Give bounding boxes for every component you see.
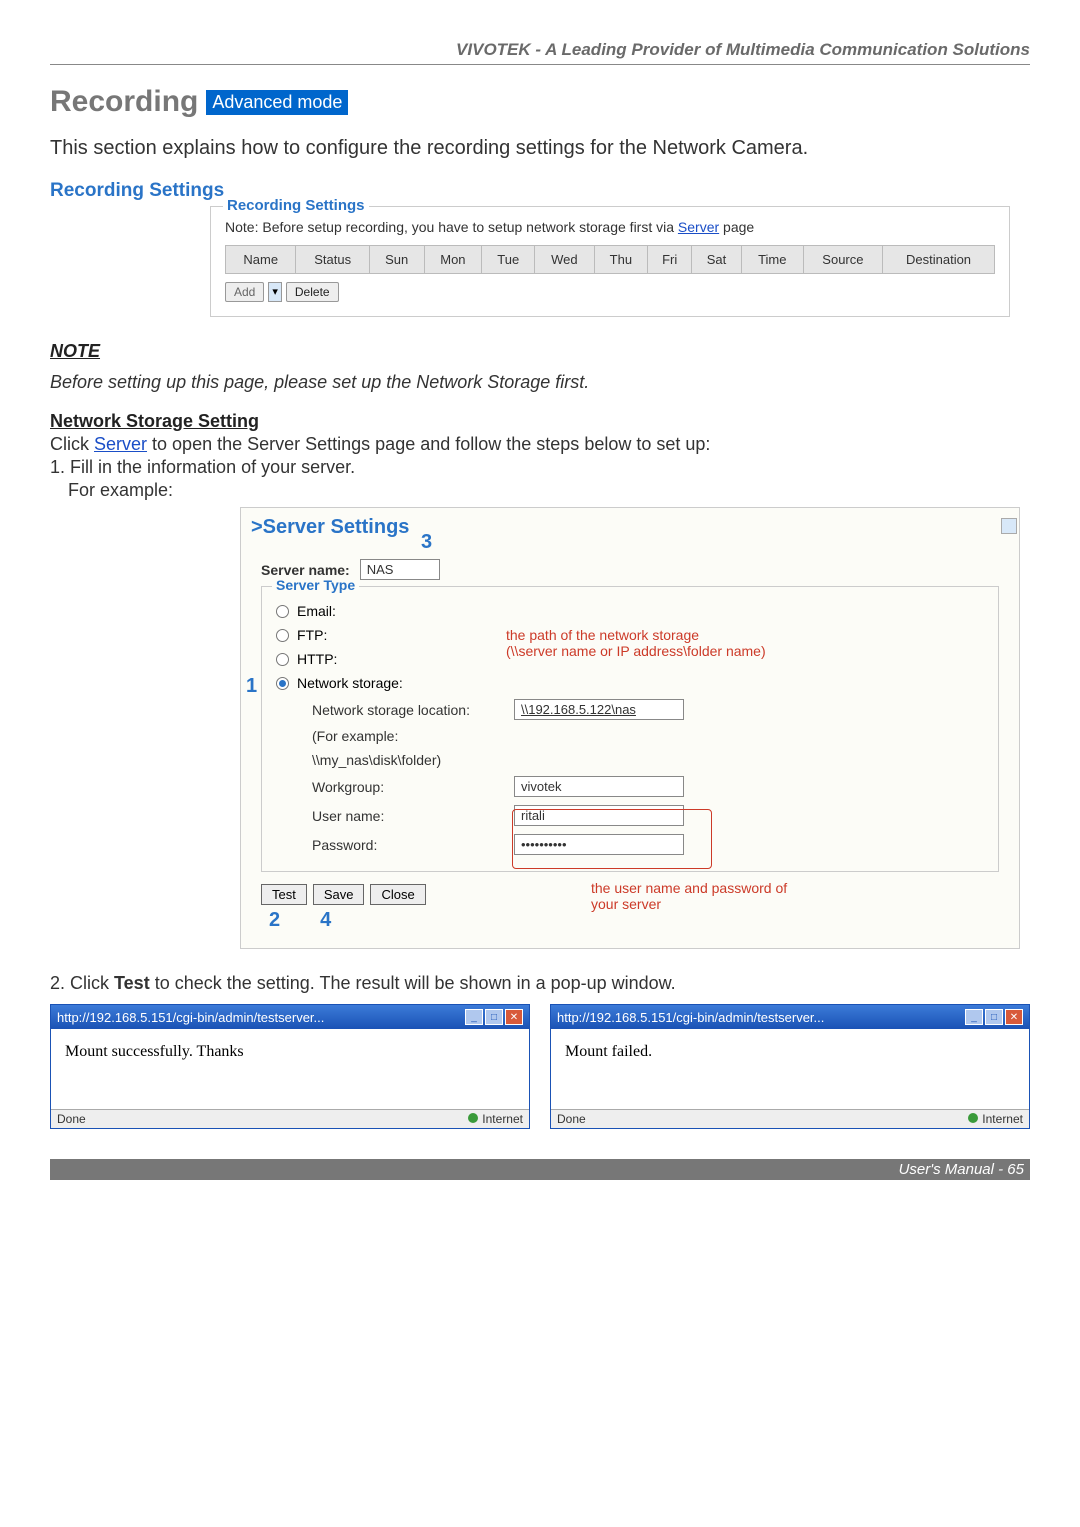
col-destination: Destination [883,246,995,274]
recording-settings-heading: Recording Settings [50,180,1030,202]
callout-2: 2 [269,909,280,932]
header-brand: VIVOTEK - A Leading Provider of Multimed… [456,40,1030,59]
password-label: Password: [312,837,502,853]
callout-3: 3 [421,531,432,554]
callout-1: 1 [246,675,257,698]
popup-success: http://192.168.5.151/cgi-bin/admin/tests… [50,1004,530,1129]
minimize-icon-2[interactable]: _ [965,1009,983,1025]
ns-location-label: Network storage location: [312,702,502,718]
workgroup-label: Workgroup: [312,779,502,795]
popup-title-1: http://192.168.5.151/cgi-bin/admin/tests… [57,1010,324,1025]
email-label: Email: [297,603,336,619]
panel-note: Note: Before setup recording, you have t… [225,219,995,235]
internet-icon-2 [968,1113,978,1123]
server-type-legend: Server Type [272,577,359,593]
server-name-input[interactable]: NAS [360,559,440,580]
col-status: Status [296,246,369,274]
page-footer: User's Manual - 65 [50,1159,1030,1180]
step2-bold: Test [114,973,150,993]
section-title: Recording Advanced mode [50,85,1030,119]
done-label-2: Done [557,1112,586,1126]
close-icon[interactable]: ✕ [505,1009,523,1025]
radio-ftp[interactable] [276,629,289,642]
step2-suffix: to check the setting. The result will be… [155,973,676,993]
col-sun: Sun [369,246,424,274]
callout-path-1: the path of the network storage [506,627,766,643]
server-settings-figure: >Server Settings 3 Server name: NAS Serv… [240,507,1020,949]
save-button[interactable]: Save [313,884,365,905]
test-button[interactable]: Test [261,884,307,905]
step2-prefix: 2. Click [50,973,114,993]
col-thu: Thu [594,246,648,274]
callout-user-1: the user name and password of [591,880,787,896]
server-link-2[interactable]: Server [94,434,147,454]
ns-example-2: \\my_nas\disk\folder) [312,752,984,768]
radio-email[interactable] [276,605,289,618]
popup-body-fail: Mount failed. [551,1029,1029,1109]
close-button[interactable]: Close [370,884,425,905]
ns-label: Network storage: [297,675,403,691]
note-body: Before setting up this page, please set … [50,372,1030,393]
username-input[interactable]: ritali [514,805,684,826]
nss-line1-pre: Click [50,434,94,454]
panel-legend: Recording Settings [223,197,369,214]
callout-user-2: your server [591,896,787,912]
internet-icon [468,1113,478,1123]
server-link[interactable]: Server [678,219,719,235]
done-label-1: Done [57,1112,86,1126]
delete-button[interactable]: Delete [286,282,339,302]
internet-label-1: Internet [482,1112,523,1126]
scroll-up-icon[interactable] [1001,518,1017,534]
ns-location-input[interactable]: \\192.168.5.122\nas [514,699,684,720]
nss-example-label: For example: [68,480,1030,501]
close-icon-2[interactable]: ✕ [1005,1009,1023,1025]
step-2: 2. Click Test to check the setting. The … [50,973,1030,994]
col-mon: Mon [424,246,482,274]
server-settings-heading: >Server Settings [241,508,1019,547]
callout-path-2: (\\server name or IP address\folder name… [506,643,766,659]
nss-line1-post: to open the Server Settings page and fol… [152,434,710,454]
advanced-mode-badge: Advanced mode [206,90,348,115]
col-sat: Sat [692,246,742,274]
panel-note-prefix: Note: Before setup recording, you have t… [225,219,678,235]
col-time: Time [741,246,803,274]
maximize-icon[interactable]: □ [485,1009,503,1025]
server-type-box: Server Type Email: FTP: the path of the … [261,586,999,872]
radio-http[interactable] [276,653,289,666]
popup-fail: http://192.168.5.151/cgi-bin/admin/tests… [550,1004,1030,1129]
nss-step1: 1. Fill in the information of your serve… [50,457,1030,478]
intro-text: This section explains how to configure t… [50,137,1030,160]
ftp-label: FTP: [297,627,327,643]
username-label: User name: [312,808,502,824]
page-header: VIVOTEK - A Leading Provider of Multimed… [50,40,1030,65]
server-name-label: Server name: [261,562,350,578]
maximize-icon-2[interactable]: □ [985,1009,1003,1025]
popup-title-2: http://192.168.5.151/cgi-bin/admin/tests… [557,1010,824,1025]
nss-line1: Click Server to open the Server Settings… [50,434,1030,455]
add-dropdown[interactable]: ▾ [268,282,282,302]
col-name: Name [226,246,296,274]
radio-network-storage[interactable] [276,677,289,690]
col-source: Source [803,246,882,274]
minimize-icon[interactable]: _ [465,1009,483,1025]
col-fri: Fri [648,246,692,274]
add-button[interactable]: Add [225,282,264,302]
workgroup-input[interactable]: vivotek [514,776,684,797]
network-storage-title: Network Storage Setting [50,411,1030,432]
internet-label-2: Internet [982,1112,1023,1126]
col-tue: Tue [482,246,535,274]
recording-settings-panel: Recording Settings Note: Before setup re… [210,206,1010,317]
panel-note-suffix: page [723,219,754,235]
http-label: HTTP: [297,651,337,667]
popup-body-success: Mount successfully. Thanks [51,1029,529,1109]
callout-4: 4 [320,909,331,932]
col-wed: Wed [535,246,594,274]
password-input[interactable]: •••••••••• [514,834,684,855]
note-heading: NOTE [50,341,1030,362]
ns-example-1: (For example: [312,728,984,744]
recording-table: Name Status Sun Mon Tue Wed Thu Fri Sat … [225,245,995,274]
recording-heading: Recording [50,85,198,119]
